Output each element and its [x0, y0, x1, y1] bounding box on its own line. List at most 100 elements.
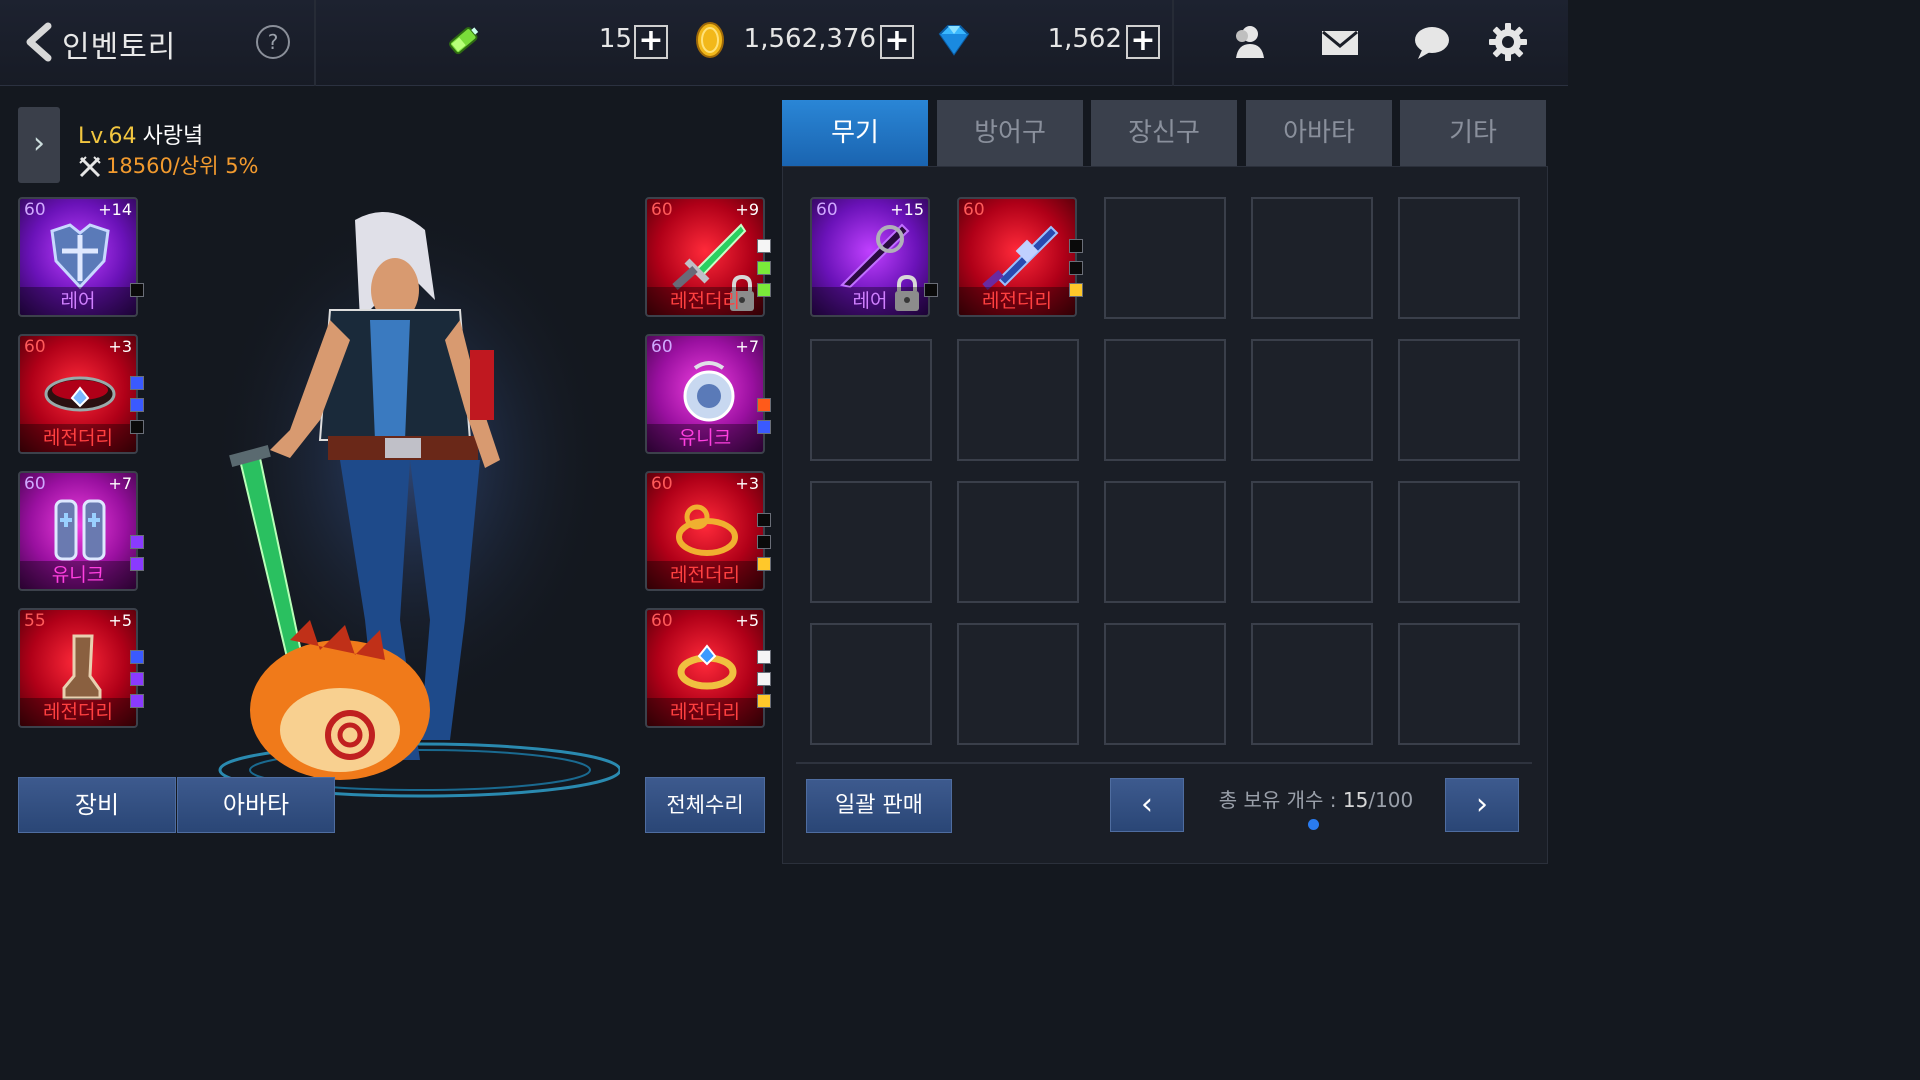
prev-page-button[interactable]: ‹ — [1110, 778, 1184, 832]
settings-gear-icon[interactable] — [1488, 22, 1528, 62]
equip-slot-belt[interactable]: 60 +3 레전더리 — [18, 334, 138, 454]
page-title: 인벤토리 — [62, 30, 177, 65]
socket-yellow — [757, 557, 771, 571]
gold-value: 1,562,376 — [743, 24, 876, 54]
socket-blue — [130, 376, 144, 390]
stamina-battery-icon — [449, 27, 479, 55]
add-gold-button[interactable]: + — [880, 25, 914, 59]
socket-purple — [130, 535, 144, 549]
inventory-slot-empty[interactable] — [1104, 481, 1226, 603]
tab-other[interactable]: 기타 — [1400, 100, 1546, 166]
item-grade: 레전더리 — [959, 287, 1075, 315]
socket-white — [757, 239, 771, 253]
inventory-slot-empty[interactable] — [1104, 197, 1226, 319]
item-grade: 레전더리 — [647, 698, 763, 726]
inventory-slot-empty[interactable] — [1251, 197, 1373, 319]
socket-blue — [757, 420, 771, 434]
tab-weapon[interactable]: 무기 — [782, 100, 928, 166]
socket-yellow — [1069, 283, 1083, 297]
avatar-tab-button[interactable]: 아바타 — [177, 777, 335, 833]
equip-slot-weapon[interactable]: 60 +9 레전더리 — [645, 197, 765, 317]
item-grade: 유니크 — [20, 561, 136, 589]
inventory-slot-empty[interactable] — [810, 339, 932, 461]
inventory-slot-empty[interactable] — [1398, 197, 1520, 319]
combat-power-value: 18560/상위 5% — [106, 154, 259, 178]
inventory-slot-empty[interactable] — [810, 623, 932, 745]
character-model — [210, 200, 620, 798]
socket-empty — [130, 283, 144, 297]
inventory-slot-empty[interactable] — [810, 481, 932, 603]
socket-yellow — [757, 694, 771, 708]
friends-icon[interactable] — [1228, 22, 1268, 62]
socket-green — [757, 283, 771, 297]
combat-power-row: 18560/상위 5% — [78, 150, 259, 180]
add-stamina-button[interactable]: + — [634, 25, 668, 59]
inventory-slot-empty[interactable] — [957, 481, 1079, 603]
item-level: 60 — [963, 200, 985, 220]
ring-icon — [677, 644, 737, 690]
repair-all-button[interactable]: 전체수리 — [645, 777, 765, 833]
inventory-slot-empty[interactable] — [957, 623, 1079, 745]
socket-purple — [130, 694, 144, 708]
character-level: Lv.64 — [78, 124, 137, 149]
socket-orange — [757, 398, 771, 412]
socket-empty — [130, 420, 144, 434]
bulk-sell-button[interactable]: 일괄 판매 — [806, 779, 952, 833]
item-count-current: 15 — [1342, 788, 1369, 812]
item-level: 60 — [816, 200, 838, 220]
amulet-icon — [683, 361, 735, 422]
item-count-label: 총 보유 개수 : 15/100 — [1206, 784, 1426, 813]
item-grade: 레전더리 — [20, 424, 136, 452]
inventory-slot-empty[interactable] — [1251, 481, 1373, 603]
inventory-item-blue-blade[interactable]: 60 레전더리 — [957, 197, 1077, 317]
equip-slot-bracelet[interactable]: 60 +3 레전더리 — [645, 471, 765, 591]
expand-panel-button[interactable]: › — [18, 107, 60, 183]
socket-white — [757, 650, 771, 664]
gold-coin-icon — [696, 22, 724, 58]
item-grade: 레어 — [812, 287, 928, 315]
socket-purple — [130, 557, 144, 571]
mail-icon[interactable] — [1320, 22, 1360, 62]
equip-slot-ring[interactable]: 60 +5 레전더리 — [645, 608, 765, 728]
item-enhance: +7 — [108, 474, 132, 493]
equip-slot-amulet[interactable]: 60 +7 유니크 — [645, 334, 765, 454]
equip-tab-button[interactable]: 장비 — [18, 777, 176, 833]
equip-slot-boots[interactable]: 55 +5 레전더리 — [18, 608, 138, 728]
inventory-slot-empty[interactable] — [957, 339, 1079, 461]
socket-empty — [1069, 261, 1083, 275]
add-gem-button[interactable]: + — [1126, 25, 1160, 59]
item-count-prefix: 총 보유 개수 : — [1218, 788, 1343, 812]
tab-armor[interactable]: 방어구 — [937, 100, 1083, 166]
item-enhance: +14 — [98, 200, 132, 219]
socket-blue — [130, 650, 144, 664]
inventory-slot-empty[interactable] — [1251, 623, 1373, 745]
help-button[interactable]: ? — [256, 25, 290, 59]
item-enhance: +7 — [735, 337, 759, 356]
item-enhance: +3 — [735, 474, 759, 493]
inventory-slot-empty[interactable] — [1398, 623, 1520, 745]
character-name: 사랑녘 — [142, 124, 204, 149]
character-level-row: Lv.64 사랑녘 — [78, 118, 203, 150]
back-arrow-icon[interactable] — [22, 22, 56, 62]
leg-armor-icon — [54, 499, 106, 561]
equip-slot-chest[interactable]: 60 +14 레어 — [18, 197, 138, 317]
stamina-value: 15 — [598, 24, 632, 54]
chat-icon[interactable] — [1412, 22, 1452, 62]
item-level: 60 — [651, 474, 673, 494]
belt-icon — [44, 376, 116, 412]
inventory-slot-empty[interactable] — [1398, 339, 1520, 461]
inventory-slot-empty[interactable] — [1398, 481, 1520, 603]
inventory-slot-empty[interactable] — [1104, 339, 1226, 461]
item-level: 60 — [651, 200, 673, 220]
tab-avatar[interactable]: 아바타 — [1246, 100, 1392, 166]
tab-accessory[interactable]: 장신구 — [1091, 100, 1237, 166]
inventory-item-dark-sword[interactable]: 60 +15 레어 — [810, 197, 930, 317]
next-page-button[interactable]: › — [1445, 778, 1519, 832]
inventory-slot-empty[interactable] — [1104, 623, 1226, 745]
equip-slot-legs[interactable]: 60 +7 유니크 — [18, 471, 138, 591]
inventory-slot-empty[interactable] — [1251, 339, 1373, 461]
socket-purple — [130, 672, 144, 686]
item-grade: 레전더리 — [20, 698, 136, 726]
item-level: 60 — [651, 337, 673, 357]
socket-white — [757, 672, 771, 686]
